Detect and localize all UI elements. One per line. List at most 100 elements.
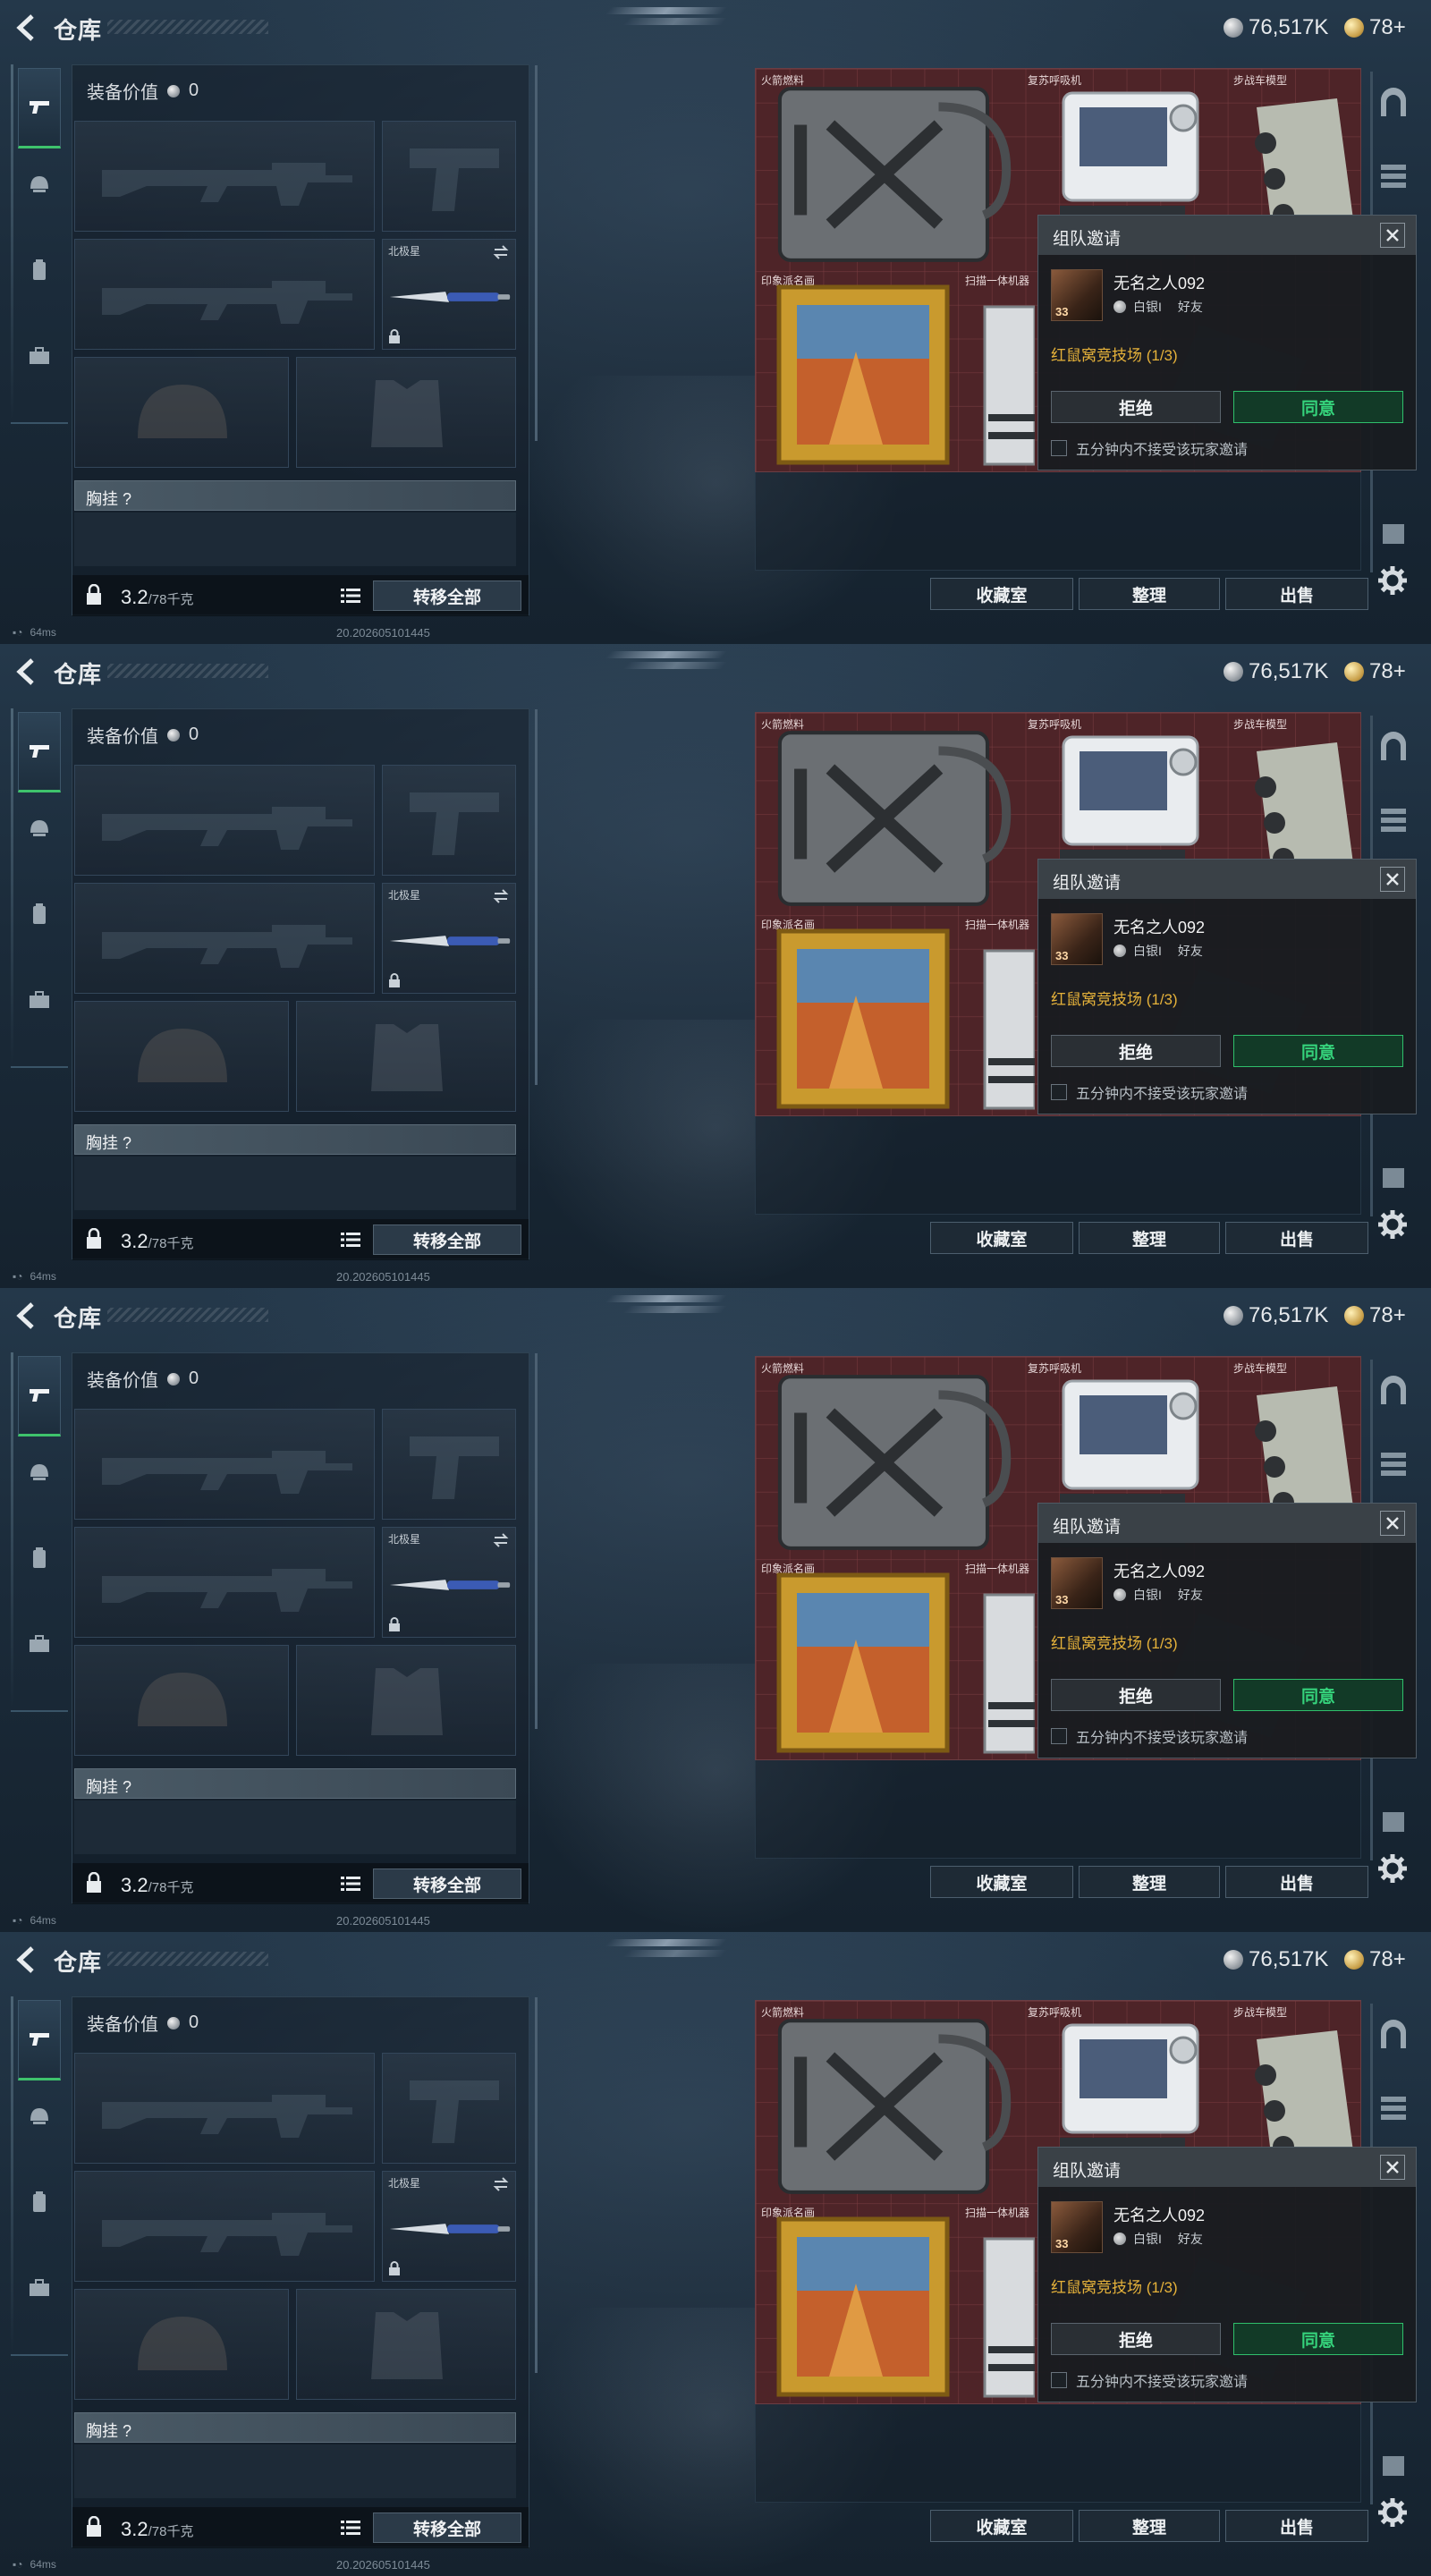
block-invite-checkbox[interactable] bbox=[1051, 440, 1067, 456]
storage-empty-area[interactable] bbox=[755, 1116, 1361, 1215]
melee-slot[interactable]: 北极星 bbox=[382, 2171, 516, 2282]
accept-button[interactable]: 同意 bbox=[1233, 2323, 1403, 2355]
avatar[interactable]: 33 bbox=[1051, 2201, 1103, 2253]
transfer-all-button[interactable]: 转移全部 bbox=[373, 580, 521, 611]
reject-button[interactable]: 拒绝 bbox=[1051, 1035, 1221, 1067]
storage-tab-icon[interactable] bbox=[1376, 2089, 1411, 2125]
item-scanner[interactable]: 扫描一体机器 bbox=[961, 1559, 1035, 1759]
list-icon[interactable] bbox=[341, 1232, 360, 1248]
gear-icon[interactable] bbox=[1377, 2497, 1408, 2528]
storage-empty-area[interactable] bbox=[755, 2404, 1361, 2503]
sell-button[interactable]: 出售 bbox=[1225, 1222, 1368, 1254]
silver-currency[interactable]: 76,517K bbox=[1224, 1946, 1328, 1973]
rail-item-weapons[interactable] bbox=[18, 2000, 61, 2080]
chest-rig-header[interactable]: 胸挂 ? bbox=[74, 2412, 516, 2443]
gold-currency[interactable]: 78+ bbox=[1344, 658, 1406, 685]
accept-button[interactable]: 同意 bbox=[1233, 1679, 1403, 1711]
silver-currency[interactable]: 76,517K bbox=[1224, 14, 1328, 41]
sell-button[interactable]: 出售 bbox=[1225, 1866, 1368, 1898]
silver-currency[interactable]: 76,517K bbox=[1224, 658, 1328, 685]
primary-weapon-slot[interactable] bbox=[74, 1409, 375, 1520]
close-button[interactable] bbox=[1380, 1511, 1405, 1536]
secondary-weapon-slot[interactable] bbox=[74, 883, 375, 994]
back-button[interactable] bbox=[13, 1945, 39, 1975]
list-icon[interactable] bbox=[341, 2520, 360, 2536]
chest-rig-slot[interactable] bbox=[74, 1801, 516, 1854]
armor-slot[interactable] bbox=[296, 2289, 516, 2400]
item-rocket-fuel[interactable]: 火箭燃料 bbox=[758, 2003, 1020, 2201]
chest-rig-header[interactable]: 胸挂 ? bbox=[74, 1124, 516, 1155]
storage-tab-icon[interactable] bbox=[1376, 730, 1411, 766]
secondary-weapon-slot[interactable] bbox=[74, 2171, 375, 2282]
storage-tab-icon[interactable] bbox=[1376, 1803, 1411, 1839]
rail-item-case[interactable] bbox=[18, 335, 61, 377]
rail-item-backpack[interactable] bbox=[18, 249, 61, 292]
chest-rig-slot[interactable] bbox=[74, 1157, 516, 1210]
item-impressionist-painting[interactable]: 印象派名画 bbox=[758, 1559, 960, 1759]
rail-item-case[interactable] bbox=[18, 979, 61, 1021]
reject-button[interactable]: 拒绝 bbox=[1051, 1679, 1221, 1711]
gold-currency[interactable]: 78+ bbox=[1344, 1946, 1406, 1973]
armor-slot[interactable] bbox=[296, 1645, 516, 1756]
swap-icon[interactable] bbox=[492, 2175, 510, 2193]
gear-icon[interactable] bbox=[1377, 1209, 1408, 1240]
rail-item-case[interactable] bbox=[18, 2267, 61, 2309]
storage-tab-icon[interactable] bbox=[1376, 515, 1411, 551]
helmet-slot[interactable] bbox=[74, 357, 289, 468]
sort-button[interactable]: 整理 bbox=[1079, 578, 1220, 610]
melee-slot[interactable]: 北极星 bbox=[382, 239, 516, 350]
secondary-weapon-slot[interactable] bbox=[74, 1527, 375, 1638]
avatar[interactable]: 33 bbox=[1051, 269, 1103, 321]
rail-item-armor[interactable] bbox=[18, 1451, 61, 1494]
transfer-all-button[interactable]: 转移全部 bbox=[373, 2512, 521, 2543]
rail-item-case[interactable] bbox=[18, 1623, 61, 1665]
item-rocket-fuel[interactable]: 火箭燃料 bbox=[758, 71, 1020, 269]
collection-room-button[interactable]: 收藏室 bbox=[930, 578, 1073, 610]
storage-tab-icon[interactable] bbox=[1376, 1159, 1411, 1195]
silver-currency[interactable]: 76,517K bbox=[1224, 1302, 1328, 1329]
rail-item-backpack[interactable] bbox=[18, 1537, 61, 1580]
close-button[interactable] bbox=[1380, 2155, 1405, 2180]
item-impressionist-painting[interactable]: 印象派名画 bbox=[758, 2203, 960, 2403]
sort-button[interactable]: 整理 bbox=[1079, 1222, 1220, 1254]
block-invite-checkbox[interactable] bbox=[1051, 2372, 1067, 2388]
chest-rig-header[interactable]: 胸挂 ? bbox=[74, 1768, 516, 1799]
sell-button[interactable]: 出售 bbox=[1225, 2510, 1368, 2542]
gold-currency[interactable]: 78+ bbox=[1344, 1302, 1406, 1329]
rail-item-backpack[interactable] bbox=[18, 2181, 61, 2224]
storage-empty-area[interactable] bbox=[755, 1760, 1361, 1859]
chest-rig-slot[interactable] bbox=[74, 2445, 516, 2498]
rail-item-armor[interactable] bbox=[18, 163, 61, 206]
back-button[interactable] bbox=[13, 13, 39, 43]
reject-button[interactable]: 拒绝 bbox=[1051, 391, 1221, 423]
sort-button[interactable]: 整理 bbox=[1079, 1866, 1220, 1898]
rail-item-weapons[interactable] bbox=[18, 68, 61, 148]
accept-button[interactable]: 同意 bbox=[1233, 1035, 1403, 1067]
primary-weapon-slot[interactable] bbox=[74, 2053, 375, 2164]
accept-button[interactable]: 同意 bbox=[1233, 391, 1403, 423]
gear-icon[interactable] bbox=[1377, 1853, 1408, 1884]
storage-tab-icon[interactable] bbox=[1376, 801, 1411, 837]
rail-item-weapons[interactable] bbox=[18, 712, 61, 792]
collection-room-button[interactable]: 收藏室 bbox=[930, 1222, 1073, 1254]
storage-empty-area[interactable] bbox=[755, 472, 1361, 571]
item-scanner[interactable]: 扫描一体机器 bbox=[961, 915, 1035, 1115]
chest-rig-slot[interactable] bbox=[74, 513, 516, 566]
transfer-all-button[interactable]: 转移全部 bbox=[373, 1868, 521, 1899]
item-scanner[interactable]: 扫描一体机器 bbox=[961, 271, 1035, 471]
equipment-scrollbar[interactable] bbox=[535, 1353, 538, 1729]
melee-slot[interactable]: 北极星 bbox=[382, 883, 516, 994]
equipment-scrollbar[interactable] bbox=[535, 1997, 538, 2373]
collection-room-button[interactable]: 收藏室 bbox=[930, 2510, 1073, 2542]
storage-tab-icon[interactable] bbox=[1376, 2447, 1411, 2483]
storage-tab-icon[interactable] bbox=[1376, 86, 1411, 122]
close-button[interactable] bbox=[1380, 223, 1405, 248]
armor-slot[interactable] bbox=[296, 357, 516, 468]
avatar[interactable]: 33 bbox=[1051, 1557, 1103, 1609]
item-rocket-fuel[interactable]: 火箭燃料 bbox=[758, 1359, 1020, 1557]
gear-icon[interactable] bbox=[1377, 565, 1408, 596]
swap-icon[interactable] bbox=[492, 1531, 510, 1549]
equipment-scrollbar[interactable] bbox=[535, 709, 538, 1085]
avatar[interactable]: 33 bbox=[1051, 913, 1103, 965]
back-button[interactable] bbox=[13, 657, 39, 687]
